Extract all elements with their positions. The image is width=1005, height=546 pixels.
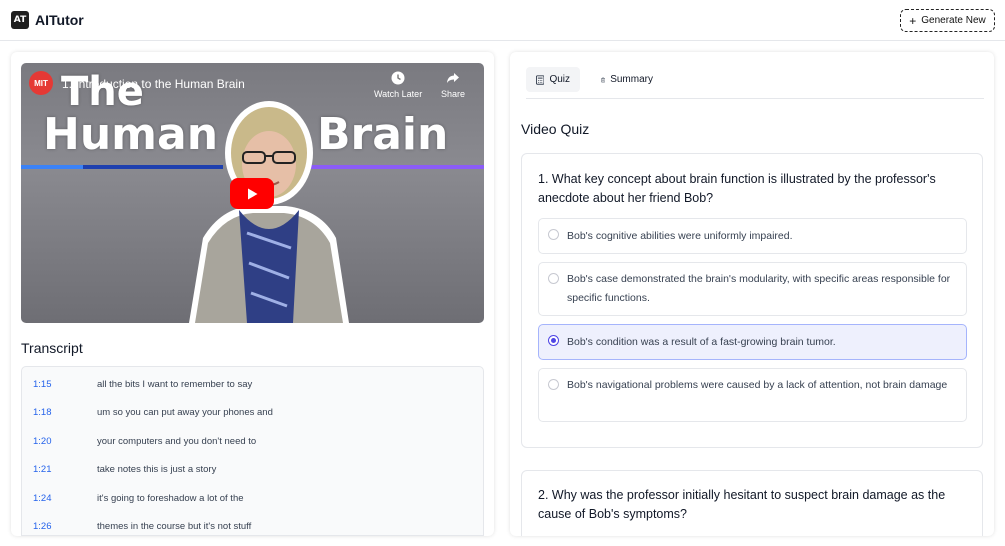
option-text: Bob's case demonstrated the brain's modu… [567, 273, 951, 304]
transcript-text: themes in the course but it's not stuff [97, 520, 252, 532]
transcript-text: all the bits I want to remember to say [97, 378, 253, 390]
transcript-row[interactable]: 1:24 it's going to foreshadow a lot of t… [22, 484, 483, 512]
option-text: Bob's navigational problems were caused … [567, 379, 948, 391]
share-icon [447, 73, 460, 83]
app-title: AITutor [35, 12, 84, 28]
transcript-text: your computers and you don't need to [97, 435, 257, 447]
question-text: 2. Why was the professor initially hesit… [538, 488, 946, 521]
transcript-timestamp[interactable]: 1:15 [33, 379, 52, 390]
transcript-list[interactable]: 1:15 all the bits I want to remember to … [21, 366, 484, 536]
transcript-timestamp[interactable]: 1:26 [33, 521, 52, 532]
answer-option[interactable]: Bob's navigational problems were caused … [538, 368, 967, 422]
question-card: 1. What key concept about brain function… [521, 153, 983, 448]
question-text: 1. What key concept about brain function… [538, 172, 936, 205]
quiz-panel: Quiz Summary Video Quiz 1. What key conc… [510, 52, 994, 536]
tab-summary-label: Summary [610, 74, 653, 85]
video-title[interactable]: 1. Introduction to the Human Brain [62, 77, 245, 91]
quiz-title: Video Quiz [521, 121, 590, 137]
transcript-text: it's going to foreshadow a lot of the [97, 492, 244, 504]
transcript-timestamp[interactable]: 1:18 [33, 407, 52, 418]
generate-new-label: Generate New [921, 15, 986, 26]
transcript-timestamp[interactable]: 1:24 [33, 493, 52, 504]
transcript-row[interactable]: 1:18 um so you can put away your phones … [22, 398, 483, 426]
transcript-row[interactable]: 1:26 themes in the course but it's not s… [22, 512, 483, 535]
play-icon [248, 188, 258, 199]
answer-option-selected[interactable]: Bob's condition was a result of a fast-g… [538, 324, 967, 360]
transcript-row[interactable]: 1:21 take notes this is just a story [22, 455, 483, 483]
transcript-timestamp[interactable]: 1:21 [33, 464, 52, 475]
video-player[interactable]: The Human Brain MIT 1. Introduction to t… [21, 63, 484, 323]
logo-icon: AT [11, 11, 29, 29]
watch-later-button[interactable]: Watch Later [374, 71, 422, 99]
clock-icon [391, 71, 405, 85]
answer-option[interactable]: Bob's cognitive abilities were uniformly… [538, 218, 967, 254]
plus-icon: + [909, 13, 917, 28]
option-text: Bob's condition was a result of a fast-g… [567, 336, 836, 348]
answer-option[interactable]: Bob's case demonstrated the brain's modu… [538, 262, 967, 316]
transcript-text: take notes this is just a story [97, 463, 217, 475]
play-button[interactable] [230, 178, 274, 209]
thumbnail-stripe [21, 165, 83, 169]
video-panel: The Human Brain MIT 1. Introduction to t… [11, 52, 494, 536]
tab-quiz-label: Quiz [549, 74, 570, 85]
share-label: Share [441, 89, 466, 99]
app-header: AT AITutor + Generate New [0, 0, 1005, 41]
tab-quiz[interactable]: Quiz [526, 67, 580, 92]
watch-later-label: Watch Later [374, 89, 423, 99]
transcript-row[interactable]: 1:15 all the bits I want to remember to … [22, 370, 483, 398]
share-button[interactable]: Share [441, 71, 465, 99]
radio-button[interactable] [548, 379, 559, 390]
radio-button-checked[interactable] [548, 335, 559, 346]
transcript-text: um so you can put away your phones and [97, 406, 273, 418]
clipboard-icon [601, 77, 606, 82]
radio-button[interactable] [548, 229, 559, 240]
radio-button[interactable] [548, 273, 559, 284]
transcript-title: Transcript [21, 340, 83, 356]
generate-new-button[interactable]: + Generate New [900, 9, 995, 32]
transcript-row[interactable]: 1:20 your computers and you don't need t… [22, 427, 483, 455]
transcript-timestamp[interactable]: 1:20 [33, 436, 52, 447]
tab-bar: Quiz Summary [526, 67, 984, 99]
calculator-icon [536, 74, 545, 85]
lecturer-image [189, 101, 349, 323]
channel-logo-icon[interactable]: MIT [29, 71, 53, 95]
tab-summary[interactable]: Summary [591, 67, 663, 92]
option-text: Bob's cognitive abilities were uniformly… [567, 230, 793, 242]
question-card: 2. Why was the professor initially hesit… [521, 470, 983, 536]
